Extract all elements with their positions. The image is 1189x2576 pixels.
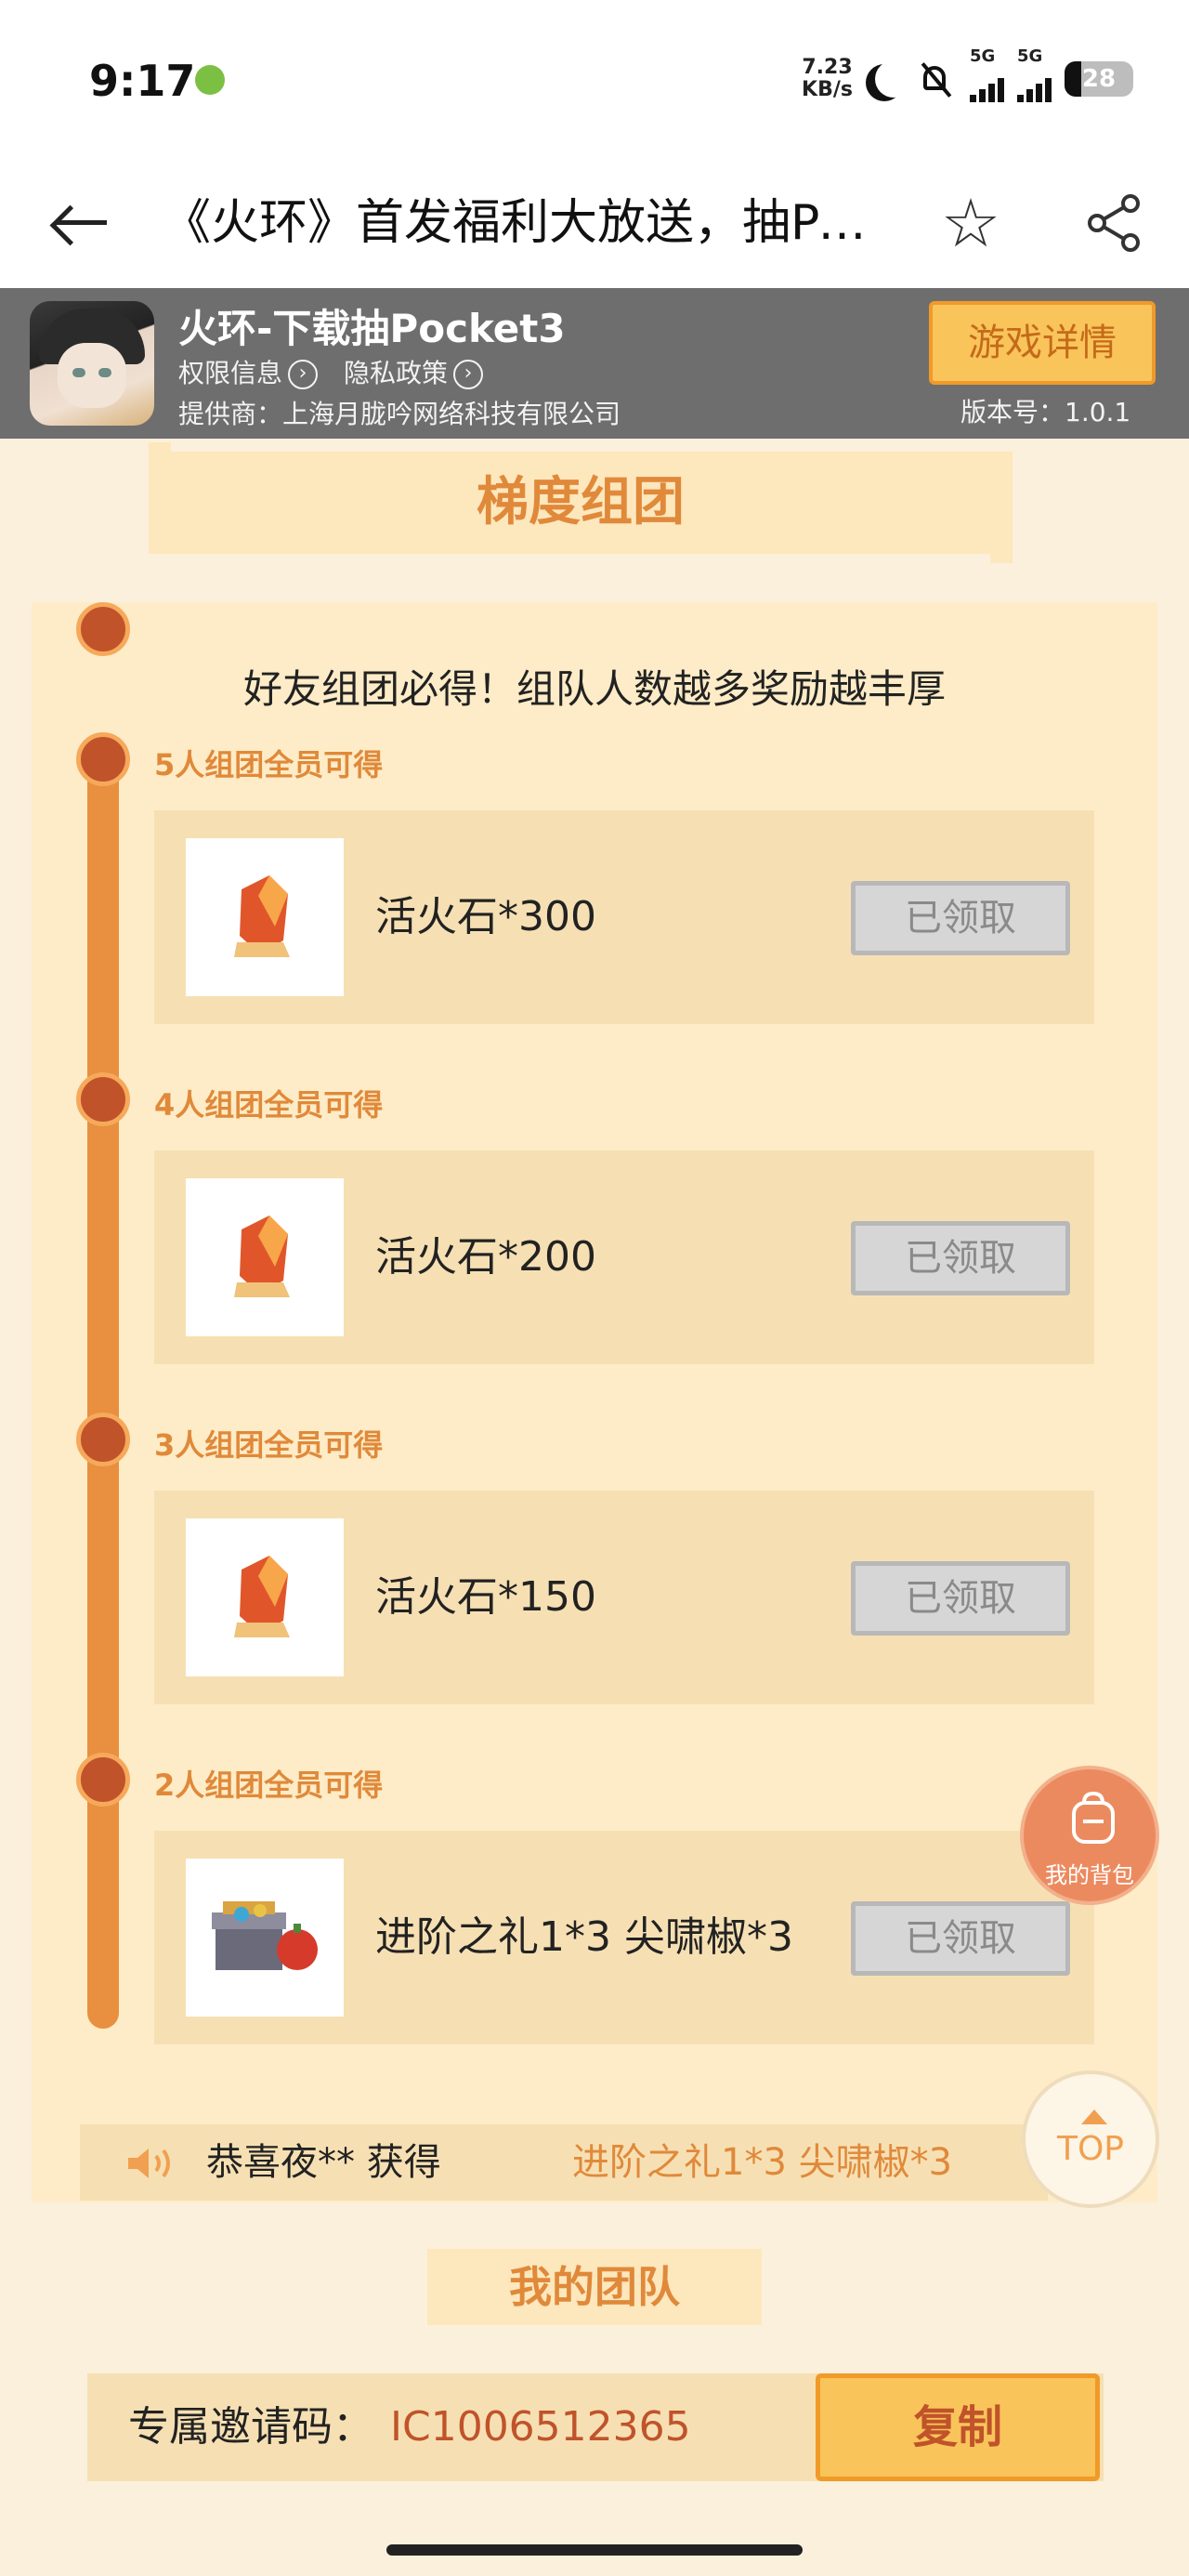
claimed-button[interactable]: 已领取 (851, 881, 1070, 955)
battery-icon: 28 (1065, 61, 1133, 97)
policy-links: 权限信息 › 隐私政策 › (178, 353, 484, 390)
status-bar: 9:17 7.23 KB/s 5G 5G 28 (0, 0, 1189, 158)
chevron-right-icon: › (288, 360, 319, 389)
backpack-label: 我的背包 (1045, 1862, 1134, 1888)
game-info-banner: 火环-下载抽Pocket3 权限信息 › 隐私政策 › 提供商：上海月胧吟网络科技有… (0, 288, 1189, 439)
timeline-node (76, 1753, 130, 1807)
tier-panel: 好友组团必得！组队人数越多奖励越丰厚 5人组团全员可得 活火石*300 已领取 … (32, 602, 1157, 2202)
permission-link[interactable]: 权限信息 › (178, 353, 319, 390)
game-name: 火环-下载抽Pocket3 (178, 306, 566, 351)
reward-card: 活火石*300 已领取 (154, 810, 1094, 1024)
reward-card: 活火石*200 已领取 (154, 1150, 1094, 1364)
home-indicator[interactable] (386, 2544, 803, 2556)
back-arrow-icon[interactable] (46, 191, 111, 256)
reward-name: 进阶之礼1*3 尖啸椒*3 (375, 1913, 793, 1961)
net-speed-value: 7.23 (802, 56, 853, 79)
claimed-button[interactable]: 已领取 (851, 1221, 1070, 1295)
claimed-button[interactable]: 已领取 (851, 1901, 1070, 1976)
mute-icon (916, 60, 957, 98)
my-backpack-button[interactable]: 我的背包 (1020, 1766, 1159, 1905)
timeline-bar (87, 742, 119, 2029)
fire-stone-icon (186, 1518, 344, 1676)
timeline-node (76, 1072, 130, 1126)
net-speed-unit: KB/s (802, 78, 853, 101)
timeline-node (76, 1413, 130, 1466)
privacy-link[interactable]: 隐私政策 › (344, 353, 484, 390)
share-icon[interactable] (1082, 191, 1147, 256)
signal-label: 5G (970, 46, 996, 66)
panel-subtitle: 好友组团必得！组队人数越多奖励越丰厚 (242, 666, 946, 712)
winner-ticker: 恭喜夜** 获得 进阶之礼1*3 尖啸椒*3 (80, 2124, 1048, 2201)
ticker-user-text: 恭喜夜** 获得 (206, 2141, 441, 2184)
gift-chest-icon (186, 1859, 344, 2017)
signal-label: 5G (1017, 46, 1043, 66)
star-icon[interactable]: ☆ (934, 186, 1008, 260)
reward-card: 活火石*150 已领取 (154, 1491, 1094, 1704)
arrow-up-icon (1081, 2109, 1107, 2124)
invite-code: IC1006512365 (390, 2403, 691, 2451)
tier-title: 3人组团全员可得 (154, 1427, 384, 1463)
game-avatar[interactable] (30, 301, 154, 426)
version-text: 版本号：1.0.1 (960, 397, 1131, 427)
page-title: 《火环》首发福利大放送，抽Pocket3 (163, 195, 878, 251)
reward-card: 进阶之礼1*3 尖啸椒*3 已领取 (154, 1831, 1094, 2044)
speaker-icon (128, 2149, 170, 2178)
claimed-button[interactable]: 已领取 (851, 1561, 1070, 1636)
signal-icon: 5G (970, 46, 1004, 102)
backpack-icon (1072, 1792, 1115, 1844)
ticker-prize-text: 进阶之礼1*3 尖啸椒*3 (572, 2141, 953, 2184)
timeline-node (76, 602, 130, 656)
team-title: 我的团队 (427, 2249, 762, 2325)
fire-stone-icon (186, 838, 344, 996)
permission-link-label: 权限信息 (178, 358, 283, 388)
copy-button[interactable]: 复制 (816, 2373, 1100, 2481)
tier-title: 4人组团全员可得 (154, 1087, 384, 1123)
top-label: TOP (1056, 2130, 1125, 2168)
net-speed: 7.23 KB/s (802, 57, 853, 101)
section-title: 梯度组团 (149, 452, 1013, 554)
moon-icon (875, 60, 912, 98)
status-time: 9:17 (89, 56, 196, 106)
tier-title: 2人组团全员可得 (154, 1768, 384, 1803)
status-icons: 7.23 KB/s 5G 5G 28 (802, 46, 1133, 107)
invite-code-row: 专属邀请码： IC1006512365 复制 (87, 2373, 1104, 2481)
reward-name: 活火石*150 (375, 1573, 596, 1621)
chevron-right-icon: › (453, 360, 484, 389)
app-notification-icon (195, 65, 225, 95)
nav-bar: 《火环》首发福利大放送，抽Pocket3 ☆ (0, 158, 1189, 288)
privacy-link-label: 隐私政策 (344, 358, 449, 388)
reward-name: 活火石*300 (375, 893, 596, 940)
fire-stone-icon (186, 1178, 344, 1336)
signal-icon: 5G (1017, 46, 1052, 102)
game-detail-button[interactable]: 游戏详情 (929, 301, 1156, 385)
back-to-top-button[interactable]: TOP (1022, 2070, 1159, 2208)
battery-level: 28 (1081, 65, 1117, 93)
provider-text: 提供商：上海月胧吟网络科技有限公司 (178, 399, 621, 429)
tier-title: 5人组团全员可得 (154, 747, 384, 782)
reward-name: 活火石*200 (375, 1233, 596, 1281)
timeline-node (76, 732, 130, 786)
invite-label: 专属邀请码： (128, 2403, 373, 2451)
